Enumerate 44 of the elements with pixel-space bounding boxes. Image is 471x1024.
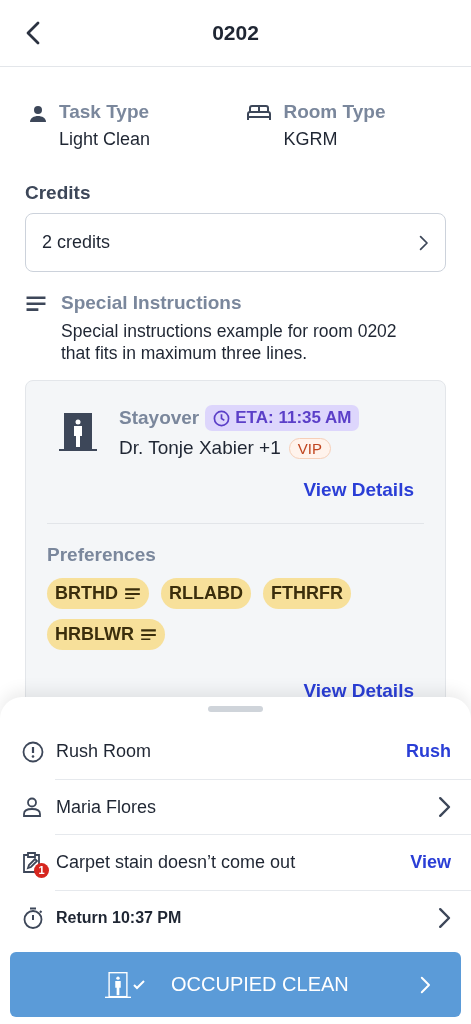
note-lines-icon [124, 587, 141, 600]
bed-icon [247, 105, 272, 121]
count-badge: 1 [34, 862, 49, 878]
preference-chip[interactable]: BRTHD [47, 578, 149, 609]
row-text: Rush Room [56, 741, 153, 763]
alert-icon [22, 740, 44, 763]
person-icon [29, 105, 47, 123]
preference-chip[interactable]: HRBLWR [47, 619, 165, 650]
chevron-right-icon [437, 796, 451, 819]
row-text: Return 10:37 PM [56, 909, 183, 928]
instructions-text: Special instructions example for room 0202 that fits in maximum three lines. [61, 320, 398, 364]
vip-badge: VIP [288, 437, 331, 459]
instructions-label: Special Instructions [61, 292, 243, 314]
check-icon [133, 979, 145, 990]
door-person-icon [105, 971, 131, 998]
info-label: Room Type [283, 101, 386, 123]
preference-chip[interactable]: FTHRFR [263, 578, 351, 609]
stay-status: Stayover [119, 407, 200, 429]
info-label: Task Type [59, 101, 151, 123]
row-text: Maria Flores [56, 796, 158, 818]
clock-icon [213, 409, 231, 427]
row-action-link[interactable]: View [410, 852, 451, 874]
chevron-right-icon [437, 907, 451, 930]
page-title: 0202 [212, 21, 259, 45]
preference-chip[interactable]: RLLABD [161, 578, 251, 609]
notes-icon [25, 296, 47, 312]
stopwatch-icon [22, 907, 44, 930]
chevron-right-icon [419, 234, 429, 251]
row-action-link[interactable]: Rush [406, 741, 451, 763]
door-person-icon [59, 413, 97, 451]
back-icon [26, 21, 40, 45]
row-text: Carpet stain doesn’t come out [56, 852, 297, 874]
eta-badge: ETA: 11:35 AM [205, 405, 360, 431]
view-details-link[interactable]: View Details [47, 479, 414, 501]
drag-handle[interactable] [208, 706, 263, 712]
info-value: Light Clean [59, 129, 151, 150]
credits-label: Credits [25, 182, 92, 204]
preferences-label: Preferences [47, 544, 157, 566]
credits-selector[interactable]: 2 credits [25, 213, 446, 272]
info-value: KGRM [283, 129, 339, 150]
person-icon [22, 797, 42, 818]
guest-name: Dr. Tonje Xabier +1 [119, 437, 281, 459]
note-lines-icon [140, 628, 157, 641]
chevron-right-icon [420, 975, 431, 994]
